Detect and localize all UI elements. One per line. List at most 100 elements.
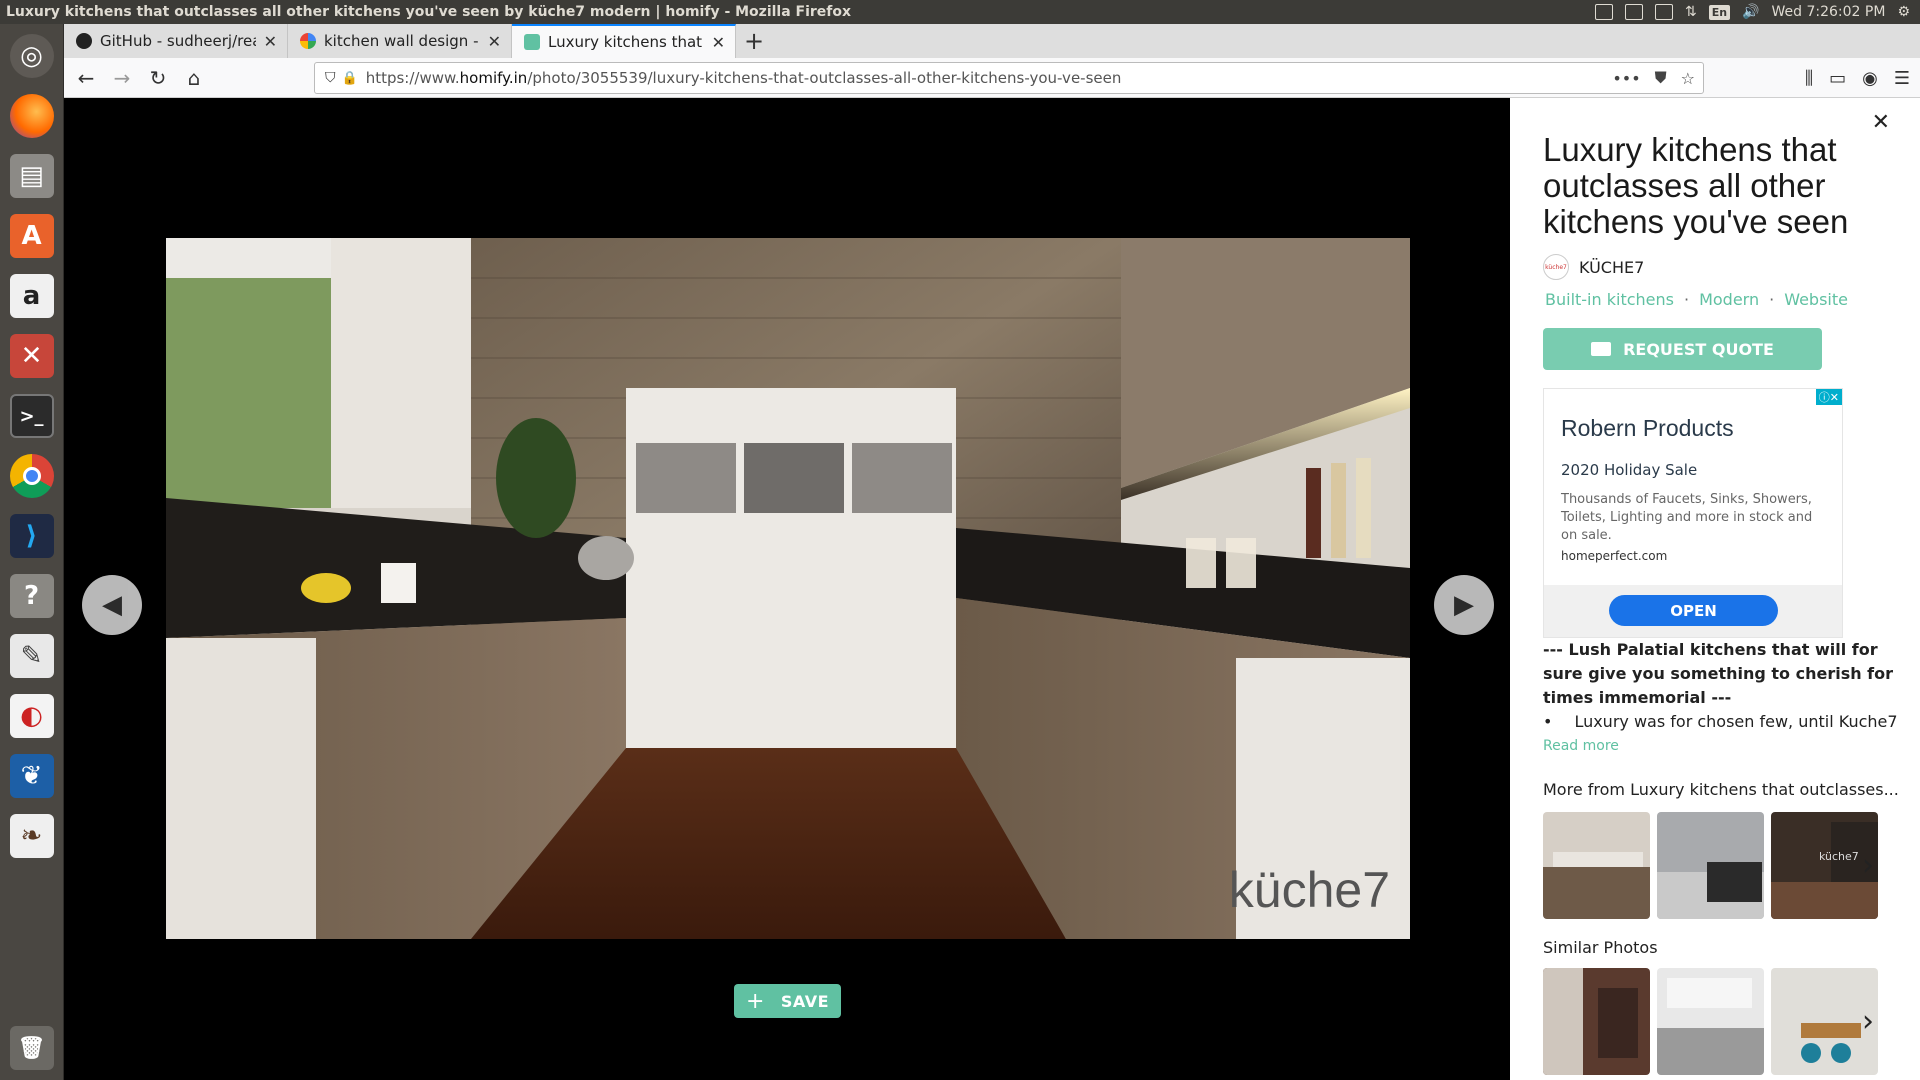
sidebar-icon[interactable]: ▭ bbox=[1829, 68, 1846, 89]
next-photo-button[interactable]: ▶ bbox=[1434, 575, 1494, 635]
new-tab-button[interactable]: + bbox=[736, 24, 772, 58]
tab-google-search[interactable]: kitchen wall design - Go ✕ bbox=[288, 24, 512, 58]
language-indicator[interactable]: En bbox=[1708, 4, 1731, 20]
similar-photos-title: Similar Photos bbox=[1543, 938, 1658, 957]
close-tab-icon[interactable]: ✕ bbox=[264, 32, 277, 51]
network-secondary-icon[interactable] bbox=[1624, 4, 1643, 20]
advertisement[interactable]: ⓘ✕ Robern Products 2020 Holiday Sale Tho… bbox=[1543, 388, 1843, 638]
ad-domain: homeperfect.com bbox=[1561, 549, 1668, 563]
professional-link[interactable]: küche7 KÜCHE7 bbox=[1543, 254, 1644, 280]
launcher-tree-app-button[interactable]: ❦ bbox=[6, 750, 58, 802]
ubuntu-logo-icon: ◎ bbox=[9, 34, 54, 78]
power-gear-icon[interactable]: ⚙ bbox=[1897, 4, 1910, 20]
more-from-thumbnail[interactable] bbox=[1657, 812, 1764, 919]
tag-built-in-kitchens[interactable]: Built-in kitchens bbox=[1545, 290, 1674, 309]
request-quote-button[interactable]: REQUEST QUOTE bbox=[1543, 328, 1822, 370]
network-icon[interactable] bbox=[1594, 4, 1613, 20]
transfer-arrows-icon[interactable]: ⇅ bbox=[1685, 4, 1697, 20]
chevron-right-icon[interactable]: › bbox=[1862, 1004, 1874, 1039]
launcher-amazon-button[interactable]: a bbox=[6, 270, 58, 322]
launcher-dash-button[interactable]: ◎ bbox=[6, 30, 58, 82]
tab-homify[interactable]: Luxury kitchens that out ✕ bbox=[512, 24, 736, 58]
url-domain: homify.in bbox=[459, 69, 528, 87]
help-icon: ? bbox=[9, 574, 54, 618]
url-prefix: https://www. bbox=[365, 69, 460, 87]
launcher-squirrel-app-button[interactable]: ❧ bbox=[6, 810, 58, 862]
navigation-toolbar: ← → ↻ ⌂ ⛉ 🔒 https://www.homify.in/photo/… bbox=[64, 58, 1920, 98]
close-tab-icon[interactable]: ✕ bbox=[712, 33, 725, 52]
arrow-left-icon: ← bbox=[77, 65, 95, 90]
lock-icon[interactable]: 🔒 bbox=[342, 71, 358, 86]
launcher-software-button[interactable]: A bbox=[6, 210, 58, 262]
launcher-terminal-button[interactable]: >_ bbox=[6, 390, 58, 442]
similar-photo-thumbnail[interactable] bbox=[1657, 968, 1764, 1075]
kuche7-watermark: küche7 bbox=[1228, 862, 1390, 918]
text-editor-icon: ✎ bbox=[9, 634, 54, 678]
more-from-thumbnail[interactable] bbox=[1543, 812, 1650, 919]
tag-separator: · bbox=[1683, 290, 1690, 309]
tab-strip: GitHub - sudheerj/reactj ✕ kitchen wall … bbox=[64, 24, 1920, 58]
back-button[interactable]: ← bbox=[68, 62, 104, 94]
terminal-icon: >_ bbox=[9, 394, 54, 438]
ad-body: Thousands of Faucets, Sinks, Showers, To… bbox=[1561, 492, 1813, 543]
volume-icon[interactable]: 🔊 bbox=[1742, 4, 1759, 20]
document-viewer-icon: ◐ bbox=[9, 694, 54, 738]
previous-photo-button[interactable]: ◀ bbox=[82, 575, 142, 635]
ad-choices-icon[interactable]: ⓘ✕ bbox=[1815, 389, 1842, 405]
pocket-icon[interactable]: ⛊ bbox=[1655, 68, 1667, 88]
vscode-icon: ⟩ bbox=[9, 514, 54, 558]
chevron-right-icon[interactable]: › bbox=[1862, 848, 1874, 883]
clock[interactable]: Wed 7:26:02 PM bbox=[1772, 4, 1886, 20]
launcher-files-button[interactable]: ▤ bbox=[6, 150, 58, 202]
plus-icon: + bbox=[743, 27, 765, 55]
tag-separator: · bbox=[1769, 290, 1775, 309]
home-button[interactable]: ⌂ bbox=[176, 62, 212, 94]
keyboard-icon[interactable] bbox=[1654, 4, 1673, 20]
firefox-icon bbox=[9, 94, 54, 138]
tree-icon: ❦ bbox=[9, 754, 54, 798]
save-button[interactable]: + SAVE bbox=[734, 984, 841, 1018]
bookmark-star-icon[interactable]: ☆ bbox=[1681, 69, 1695, 88]
tab-label: kitchen wall design - Go bbox=[324, 32, 480, 50]
page-actions-icon[interactable]: ••• bbox=[1612, 69, 1640, 88]
launcher-vscode-button[interactable]: ⟩ bbox=[6, 510, 58, 562]
launcher-settings-button[interactable]: ✕ bbox=[6, 330, 58, 382]
launcher-firefox-button[interactable] bbox=[6, 90, 58, 142]
launcher-chrome-button[interactable] bbox=[6, 450, 58, 502]
tab-github[interactable]: GitHub - sudheerj/reactj ✕ bbox=[64, 24, 288, 58]
tracking-shield-icon[interactable]: ⛉ bbox=[325, 70, 336, 86]
read-more-link[interactable]: Read more bbox=[1543, 738, 1619, 754]
library-icon[interactable]: ⫼ bbox=[1805, 68, 1813, 89]
kitchen-photo: küche7 bbox=[166, 238, 1410, 939]
reload-icon: ↻ bbox=[149, 65, 167, 90]
plus-icon: + bbox=[745, 988, 765, 1014]
launcher: ◎ ▤ A a ✕ >_ ⟩ ? ✎ ◐ ❦ ❧ 🗑 bbox=[0, 24, 64, 1080]
close-tab-icon[interactable]: ✕ bbox=[488, 32, 501, 51]
tag-website[interactable]: Website bbox=[1784, 290, 1848, 309]
more-from-title: More from Luxury kitchens that outclasse… bbox=[1543, 780, 1899, 799]
url-bar-actions: ••• ⛊ ☆ bbox=[1612, 63, 1695, 93]
hamburger-menu-icon[interactable]: ☰ bbox=[1894, 68, 1910, 89]
ad-open-button[interactable]: OPEN bbox=[1609, 595, 1778, 626]
brand-name: KÜCHE7 bbox=[1579, 257, 1645, 277]
envelope-icon bbox=[1591, 342, 1612, 356]
launcher-editor-button[interactable]: ✎ bbox=[6, 630, 58, 682]
forward-button[interactable]: → bbox=[104, 62, 140, 94]
launcher-help-button[interactable]: ? bbox=[6, 570, 58, 622]
account-icon[interactable]: ◉ bbox=[1862, 68, 1878, 89]
similar-photo-thumbnail[interactable] bbox=[1543, 968, 1650, 1075]
url-text[interactable]: https://www.homify.in/photo/3055539/luxu… bbox=[366, 69, 1122, 87]
file-cabinet-icon: ▤ bbox=[9, 154, 54, 198]
url-bar[interactable]: ⛉ 🔒 https://www.homify.in/photo/3055539/… bbox=[314, 62, 1704, 94]
homify-icon bbox=[524, 34, 540, 50]
thumbnail-watermark: küche7 bbox=[1819, 850, 1859, 863]
photo-title: Luxury kitchens that outclasses all othe… bbox=[1543, 131, 1849, 240]
ad-subheadline: 2020 Holiday Sale bbox=[1561, 461, 1698, 479]
chevron-right-icon: ▶ bbox=[1454, 590, 1474, 620]
tag-modern[interactable]: Modern bbox=[1699, 290, 1759, 309]
photo-viewer: küche7 ◀ ▶ + SAVE bbox=[64, 98, 1510, 1080]
launcher-trash-button[interactable]: 🗑 bbox=[6, 1022, 58, 1074]
reload-button[interactable]: ↻ bbox=[140, 62, 176, 94]
launcher-document-viewer-button[interactable]: ◐ bbox=[6, 690, 58, 742]
description-bullet: • Luxury was for chosen few, until Kuche… bbox=[1543, 710, 1899, 734]
